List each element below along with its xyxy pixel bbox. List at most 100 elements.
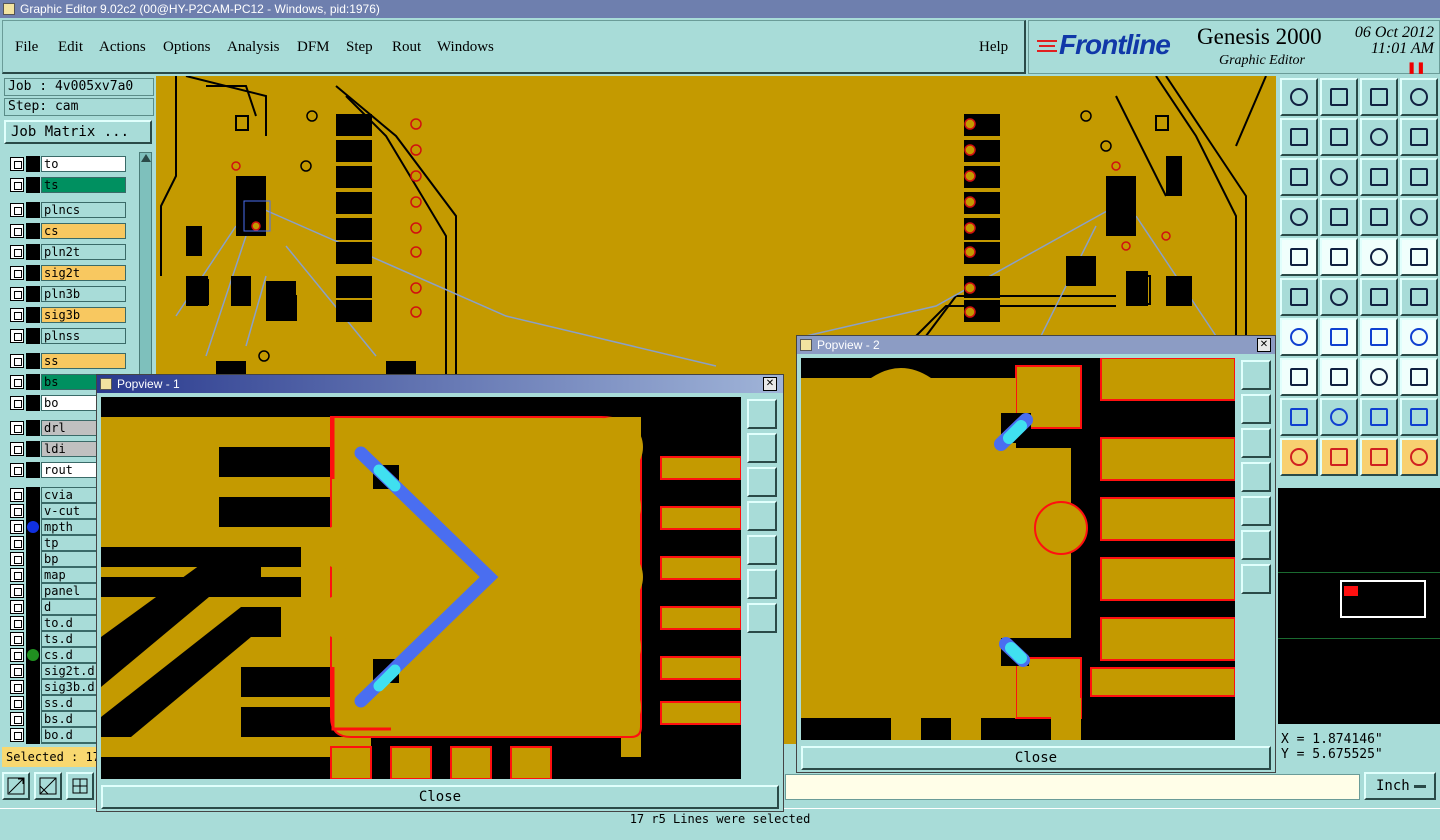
pan-right-button[interactable]	[1320, 118, 1358, 156]
drc-4-button[interactable]	[1400, 398, 1438, 436]
layer-name[interactable]: sig3b	[41, 307, 126, 323]
layer-checkbox[interactable]	[10, 712, 24, 726]
layer-checkbox[interactable]	[10, 308, 24, 322]
pv2-pan-right-button[interactable]	[1241, 496, 1271, 526]
layer-name[interactable]: to	[41, 156, 126, 172]
arc-button[interactable]	[1360, 318, 1398, 356]
measure-line-button[interactable]	[1280, 318, 1318, 356]
layer-name[interactable]: plnss	[41, 328, 126, 344]
pv1-pan-left-button[interactable]	[747, 501, 777, 531]
layer-checkbox[interactable]	[10, 421, 24, 435]
connect-button[interactable]	[1280, 278, 1318, 316]
layer-checkbox[interactable]	[10, 354, 24, 368]
drc-3-button[interactable]	[1360, 398, 1398, 436]
layer-checkbox[interactable]	[10, 552, 24, 566]
layer-name[interactable]: pln2t	[41, 244, 126, 260]
menu-options[interactable]: Options	[163, 39, 211, 56]
menu-rout[interactable]: Rout	[392, 39, 421, 56]
rotate-flip-button[interactable]	[1400, 318, 1438, 356]
move-button[interactable]	[1360, 278, 1398, 316]
select-arrow-2-button[interactable]	[1360, 438, 1398, 476]
menu-windows[interactable]: Windows	[437, 39, 494, 56]
layer-checkbox[interactable]	[10, 245, 24, 259]
popview-1-titlebar[interactable]: Popview - 1 ✕	[97, 375, 783, 393]
pv2-pan-up-button[interactable]	[1241, 394, 1271, 424]
layer-checkbox[interactable]	[10, 178, 24, 192]
popview-1-canvas[interactable]	[101, 397, 741, 779]
command-entry[interactable]	[785, 774, 1360, 800]
window-titlebar[interactable]: Graphic Editor 9.02c2 (00@HY-P2CAM-PC12 …	[0, 0, 1440, 18]
layer-checkbox[interactable]	[10, 442, 24, 456]
layer-name[interactable]: ts	[41, 177, 126, 193]
measure-tool-button[interactable]	[34, 772, 62, 800]
open-step-button[interactable]	[1280, 78, 1318, 116]
one-to-one-button[interactable]	[1360, 158, 1398, 196]
undo-button[interactable]	[1360, 118, 1398, 156]
layer-checkbox[interactable]	[10, 266, 24, 280]
grid-button[interactable]	[1320, 198, 1358, 236]
menu-step[interactable]: Step	[346, 39, 373, 56]
layer-checkbox[interactable]	[10, 203, 24, 217]
home-button[interactable]	[1360, 78, 1398, 116]
popview-2-titlebar[interactable]: Popview - 2 ✕	[797, 336, 1275, 354]
zoom-center-button[interactable]	[1320, 158, 1358, 196]
window-split-button[interactable]	[1400, 78, 1438, 116]
pv1-zoom-fit-button[interactable]	[747, 399, 777, 429]
layer-checkbox[interactable]	[10, 728, 24, 742]
layer-checkbox[interactable]	[10, 600, 24, 614]
route-select-button[interactable]	[1400, 438, 1438, 476]
add-line-button[interactable]	[1320, 238, 1358, 276]
line-blue-button[interactable]	[1320, 318, 1358, 356]
copy-button[interactable]	[1400, 278, 1438, 316]
ruler-button[interactable]	[1360, 238, 1398, 276]
pause-icon[interactable]: ❚❚	[1407, 61, 1425, 74]
popview-1-close-icon[interactable]: ✕	[763, 377, 777, 391]
layer-display-red-button[interactable]	[1400, 198, 1438, 236]
unit-selector[interactable]: Inch	[1364, 772, 1436, 800]
layer-checkbox[interactable]	[10, 536, 24, 550]
overview-panel[interactable]	[1278, 488, 1440, 724]
help-query-button[interactable]	[1400, 158, 1438, 196]
zoom-fit-button[interactable]	[1280, 158, 1318, 196]
pan-left-button[interactable]	[1280, 118, 1318, 156]
layer-checkbox[interactable]	[10, 520, 24, 534]
layer-checkbox[interactable]	[10, 648, 24, 662]
layer-name[interactable]: plncs	[41, 202, 126, 218]
layer-checkbox[interactable]	[10, 157, 24, 171]
pad-select-button[interactable]	[1280, 358, 1318, 396]
pv1-pan-right-button[interactable]	[747, 535, 777, 565]
pv2-zoom-fit-button[interactable]	[1241, 360, 1271, 390]
add-surface-button[interactable]	[1400, 238, 1438, 276]
layer-checkbox[interactable]	[10, 680, 24, 694]
cut-line-button[interactable]	[1320, 358, 1358, 396]
pv1-zoom-in-button[interactable]	[747, 603, 777, 633]
menu-edit[interactable]: Edit	[58, 39, 83, 56]
menu-dfm[interactable]: DFM	[297, 39, 330, 56]
feature-select-button[interactable]	[1400, 358, 1438, 396]
redo-button[interactable]	[1400, 118, 1438, 156]
popview-2-canvas[interactable]	[801, 358, 1235, 740]
select-box-button[interactable]	[1320, 438, 1358, 476]
layer-checkbox[interactable]	[10, 584, 24, 598]
layer-checkbox[interactable]	[10, 632, 24, 646]
delete-button[interactable]	[1320, 278, 1358, 316]
layer-checkbox[interactable]	[10, 616, 24, 630]
snap-settings-button[interactable]	[1280, 198, 1318, 236]
layer-checkbox[interactable]	[10, 463, 24, 477]
popview-2-close-button[interactable]: Close	[801, 746, 1271, 770]
layer-checkbox[interactable]	[10, 664, 24, 678]
grid-tool-button[interactable]	[66, 772, 94, 800]
layer-checkbox[interactable]	[10, 488, 24, 502]
layer-name[interactable]: pln3b	[41, 286, 126, 302]
pv1-pan-up-button[interactable]	[747, 433, 777, 463]
zoom-tool-button[interactable]	[2, 772, 30, 800]
add-pad-button[interactable]	[1280, 238, 1318, 276]
layer-checkbox[interactable]	[10, 396, 24, 410]
drc-warning-button[interactable]	[1280, 398, 1318, 436]
layer-name[interactable]: ss	[41, 353, 126, 369]
save-button[interactable]	[1320, 78, 1358, 116]
pv1-zoom-out-button[interactable]	[747, 569, 777, 599]
layer-checkbox[interactable]	[10, 568, 24, 582]
menu-actions[interactable]: Actions	[99, 39, 146, 56]
drc-2-button[interactable]	[1320, 398, 1358, 436]
